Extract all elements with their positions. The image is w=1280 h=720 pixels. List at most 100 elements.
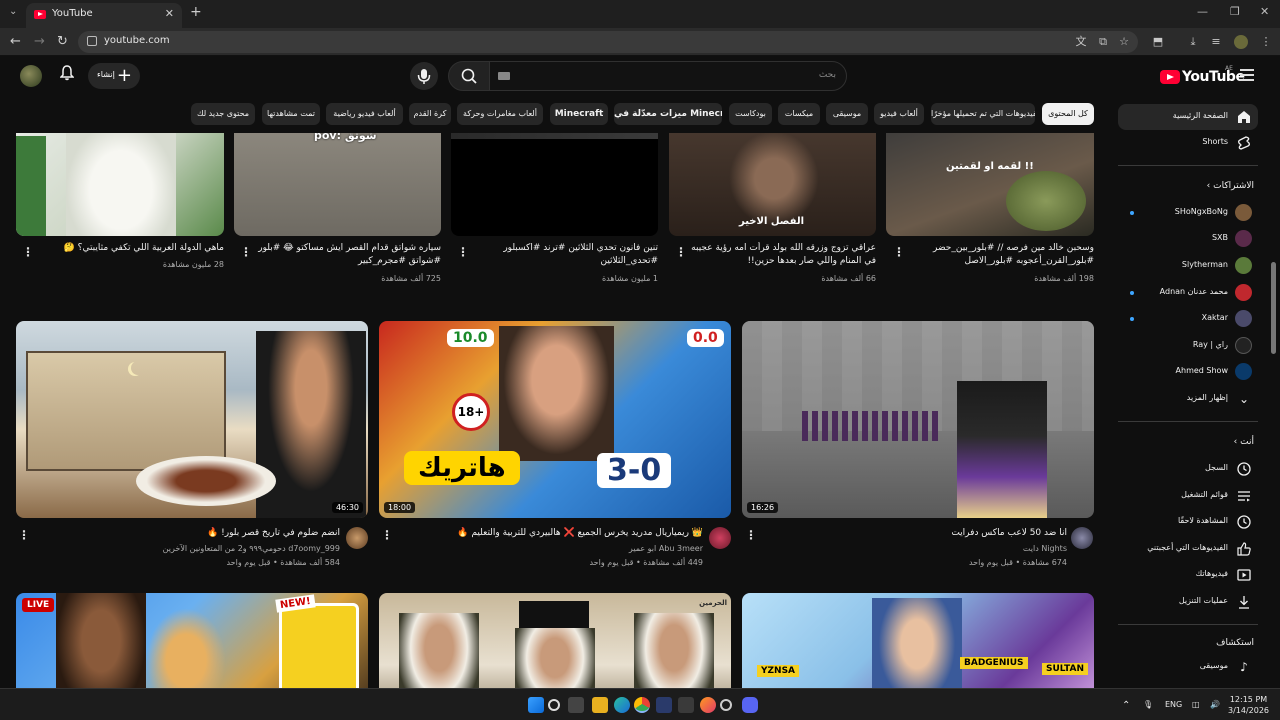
chip-all[interactable]: كل المحتوى bbox=[1042, 103, 1094, 125]
video-title[interactable]: انا ضد 50 لاعب ماكس دفرايت bbox=[761, 527, 1067, 541]
more-options-icon[interactable]: ⋮ bbox=[381, 528, 393, 542]
microphone-tray-icon[interactable]: 🎙 bbox=[1143, 700, 1153, 709]
chrome-icon[interactable] bbox=[634, 697, 650, 713]
channel-name[interactable]: Abu 3meer ابو عمير bbox=[397, 543, 703, 555]
bookmark-star-icon[interactable]: ☆ bbox=[1118, 36, 1130, 48]
video-thumbnail[interactable]: الحرمين bbox=[379, 593, 731, 688]
sidebar-item-liked-videos[interactable]: الفيديوهات التي أعجبتني bbox=[1118, 536, 1258, 562]
video-thumbnail[interactable] bbox=[451, 133, 658, 236]
video-title[interactable]: 👑 ريميأريال مدريد يخرس الجميع ❌ هالبيردي… bbox=[397, 527, 703, 541]
downloads-icon[interactable]: ⤓ bbox=[1187, 36, 1199, 48]
chip-mixes[interactable]: ميكسات bbox=[778, 103, 820, 125]
more-options-icon[interactable]: ⋮ bbox=[18, 528, 30, 542]
video-title[interactable]: سياره شواتق قدام القصر ايش مساكتو 😂 #بلو… bbox=[256, 242, 441, 269]
language-indicator[interactable]: ENG bbox=[1165, 700, 1182, 709]
translate-icon[interactable]: 文 bbox=[1075, 36, 1087, 48]
sidebar-item-downloads[interactable]: عمليات التنزيل bbox=[1118, 589, 1258, 615]
forward-icon[interactable]: → bbox=[34, 34, 45, 49]
window-close-icon[interactable]: ✕ bbox=[1260, 5, 1269, 18]
volume-icon[interactable]: 🔊 bbox=[1210, 700, 1220, 709]
subscription-item[interactable]: Ahmed Show bbox=[1118, 359, 1258, 385]
search-button[interactable] bbox=[448, 61, 490, 91]
more-options-icon[interactable]: ⋮ bbox=[675, 245, 687, 259]
site-info-icon[interactable] bbox=[87, 36, 97, 46]
video-title[interactable]: وسحبن خالد مين فرصه // #بلور_بين_حضر #بل… bbox=[909, 242, 1094, 269]
start-windows-icon[interactable] bbox=[528, 697, 544, 713]
minimize-icon[interactable]: — bbox=[1197, 5, 1208, 18]
firefox-icon[interactable] bbox=[700, 697, 716, 713]
tab-close-icon[interactable]: ✕ bbox=[165, 7, 174, 20]
app-icon[interactable] bbox=[678, 697, 694, 713]
sidebar-item-your-videos[interactable]: فيديوهاتك bbox=[1118, 562, 1258, 588]
sidebar-item-music[interactable]: موسيقى ♪ bbox=[1118, 654, 1258, 680]
install-app-icon[interactable]: ⧉ bbox=[1097, 36, 1109, 48]
scrollbar-thumb[interactable] bbox=[1271, 262, 1276, 354]
edge-icon[interactable] bbox=[614, 697, 630, 713]
chip-new-for-you[interactable]: محتوى جديد لك bbox=[191, 103, 255, 125]
new-tab-button[interactable]: + bbox=[190, 4, 202, 20]
video-thumbnail[interactable]: 10.0 0.0 18+ هاتريك 3-0 18:00 bbox=[379, 321, 731, 518]
profile-avatar[interactable] bbox=[1234, 35, 1248, 49]
tab-search-icon[interactable]: ⌄ bbox=[9, 6, 17, 17]
restore-icon[interactable]: ❐ bbox=[1230, 5, 1240, 18]
chip-sports-games[interactable]: ألعاب فيديو رياضية bbox=[326, 103, 403, 125]
reload-icon[interactable]: ↻ bbox=[57, 34, 68, 49]
subscription-item[interactable]: راي | Ray bbox=[1118, 333, 1258, 359]
extensions-icon[interactable]: ⬒ bbox=[1152, 36, 1164, 48]
chip-music[interactable]: موسيقى bbox=[826, 103, 868, 125]
channel-avatar[interactable] bbox=[346, 527, 368, 549]
chip-action-adventure[interactable]: ألعاب مغامرات وحركة bbox=[457, 103, 543, 125]
address-bar[interactable]: youtube.com bbox=[78, 31, 1138, 53]
more-options-icon[interactable]: ⋮ bbox=[240, 245, 252, 259]
video-title[interactable]: انضم ضلوم في تاريخ قصر بلور! 🔥 bbox=[34, 527, 340, 541]
page-scrollbar[interactable] bbox=[1270, 97, 1276, 688]
video-thumbnail[interactable]: الفصل الاخير bbox=[669, 133, 876, 236]
search-input[interactable]: بحث bbox=[489, 61, 847, 91]
browser-menu-icon[interactable]: ⋮ bbox=[1260, 36, 1272, 48]
video-thumbnail[interactable]: 46:30 bbox=[16, 321, 368, 518]
video-title[interactable]: ماهي الدولة العربية اللي تكفي مثايبتي؟ 🤔 bbox=[38, 242, 224, 256]
chip-minecraft[interactable]: Minecraft bbox=[550, 103, 608, 125]
more-options-icon[interactable]: ⋮ bbox=[22, 245, 34, 259]
video-title[interactable]: تنين فانون تحدي الثلاثين #ترند #اكسبلور … bbox=[473, 242, 658, 269]
task-view-icon[interactable] bbox=[568, 697, 584, 713]
subscription-item[interactable]: SXB bbox=[1118, 226, 1258, 252]
channel-name[interactable]: d7oomy_999 دحومي٩٩٩ و2 من المتعاونين الآ… bbox=[34, 543, 340, 555]
sidebar-item-playlists[interactable]: قوائم التشغيل bbox=[1118, 483, 1258, 509]
video-thumbnail[interactable] bbox=[16, 133, 224, 236]
app-icon[interactable] bbox=[656, 697, 672, 713]
chip-football[interactable]: كرة القدم bbox=[409, 103, 451, 125]
video-thumbnail[interactable]: YZNSA BADGENIUS SULTAN bbox=[742, 593, 1094, 688]
chip-minecraft-mods[interactable]: ميزات معدّلة في Minecraft bbox=[614, 103, 722, 125]
channel-avatar[interactable] bbox=[1071, 527, 1093, 549]
voice-search-button[interactable] bbox=[410, 62, 438, 90]
notifications-bell-icon[interactable] bbox=[59, 65, 75, 85]
subscription-item[interactable]: Xaktar bbox=[1118, 306, 1258, 332]
you-heading[interactable]: أنت › bbox=[1234, 437, 1254, 447]
video-thumbnail[interactable]: pov: شوتق bbox=[234, 133, 441, 236]
subscription-item[interactable]: Slytherman bbox=[1118, 253, 1258, 279]
video-title[interactable]: عراقي تزوج وزرقه الله بولد قرأت امه رؤية… bbox=[691, 242, 876, 269]
sidebar-item-home[interactable]: الصفحة الرئيسية bbox=[1118, 104, 1258, 130]
sidebar-item-watch-later[interactable]: المشاهدة لاحقًا bbox=[1118, 509, 1258, 535]
network-icon[interactable]: ◫ bbox=[1192, 700, 1200, 709]
app-icon[interactable] bbox=[720, 699, 732, 711]
chip-video-games[interactable]: ألعاب فيديو bbox=[874, 103, 924, 125]
reading-list-icon[interactable]: ≡ bbox=[1210, 36, 1222, 48]
keyboard-icon[interactable] bbox=[498, 72, 510, 80]
channel-name[interactable]: Nights دايت bbox=[761, 543, 1067, 555]
subscription-item[interactable]: SHoNgxBoNg bbox=[1118, 200, 1258, 226]
video-thumbnail[interactable]: 16:26 bbox=[742, 321, 1094, 518]
video-thumbnail[interactable]: LIVE NEW! bbox=[16, 593, 368, 688]
more-options-icon[interactable]: ⋮ bbox=[893, 245, 905, 259]
sidebar-item-shorts[interactable]: Shorts bbox=[1118, 130, 1258, 156]
video-thumbnail[interactable]: لقمه او لقمتين !! bbox=[886, 133, 1094, 236]
chip-watched[interactable]: تمت مشاهدتها bbox=[262, 103, 320, 125]
account-avatar[interactable] bbox=[20, 65, 42, 87]
file-explorer-icon[interactable] bbox=[592, 697, 608, 713]
chip-podcasts[interactable]: بودكاست bbox=[729, 103, 772, 125]
back-icon[interactable]: ← bbox=[10, 34, 21, 49]
show-more-button[interactable]: إظهار المزيد ⌄ bbox=[1118, 386, 1258, 412]
subscription-item[interactable]: محمد عدنان Adnan bbox=[1118, 280, 1258, 306]
system-clock[interactable]: 12:15 PM 3/14/2026 bbox=[1228, 694, 1269, 716]
